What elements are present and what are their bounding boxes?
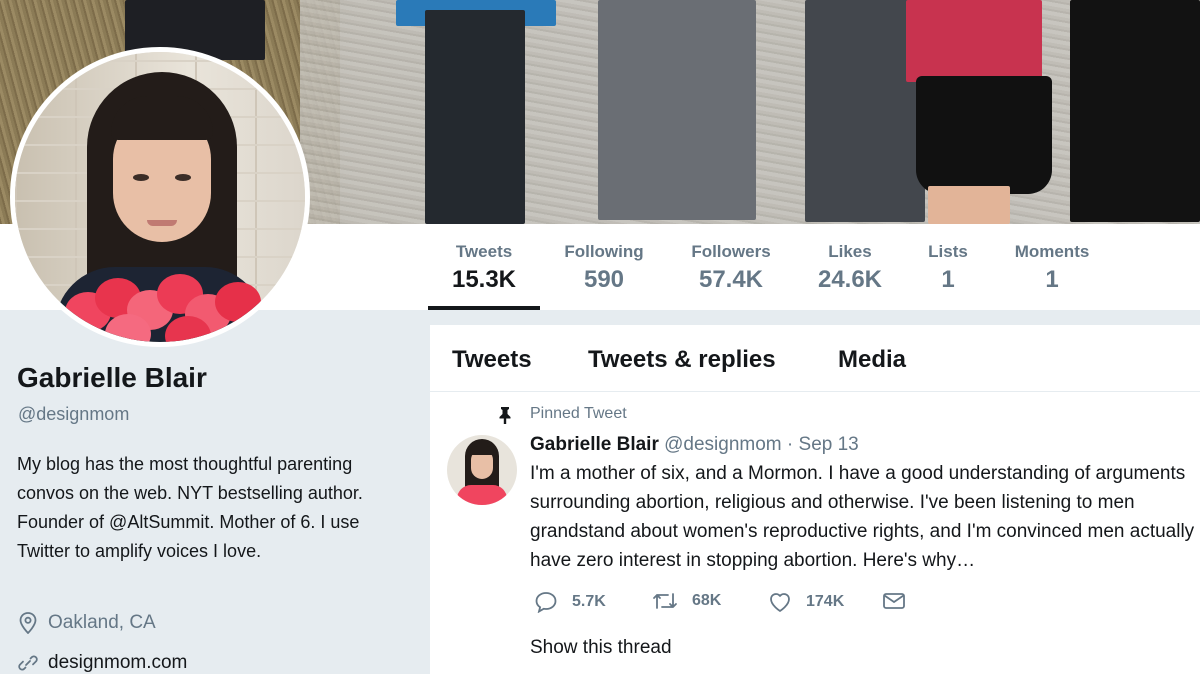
stat-label: Followers (691, 242, 771, 261)
stat-label: Likes (828, 242, 872, 261)
stat-followers[interactable]: Followers 57.4K (682, 224, 780, 310)
link-icon (18, 655, 38, 671)
tweet-avatar[interactable] (447, 435, 517, 505)
banner-person-5-skirt (916, 76, 1052, 194)
stat-likes[interactable]: Likes 24.6K (806, 224, 894, 310)
avatar-bangs (111, 96, 213, 140)
profile-handle[interactable]: @designmom (18, 404, 129, 425)
stat-label: Following (564, 242, 644, 261)
stat-value: 24.6K (817, 266, 883, 293)
timeline-panel: Tweets Tweets & replies Media Pinned Twe… (430, 325, 1200, 674)
avatar-eye-left (133, 174, 149, 181)
stat-value: 1 (1045, 266, 1059, 293)
tweet-header: Gabrielle Blair @designmom · Sep 13 (530, 434, 859, 456)
stat-label: Moments (1014, 242, 1090, 261)
map-pin-icon (19, 612, 37, 634)
pinned-indicator: Pinned Tweet (499, 405, 627, 424)
reply-button[interactable]: 5.7K (534, 591, 606, 613)
timeline-tabs: Tweets Tweets & replies Media (430, 325, 1200, 392)
tab-media[interactable]: Media (838, 346, 906, 374)
retweet-icon (653, 593, 677, 609)
like-button[interactable]: 174K (768, 591, 844, 613)
profile-name[interactable]: Gabrielle Blair (17, 362, 207, 394)
stat-lists[interactable]: Lists 1 (918, 224, 978, 310)
location-text: Oakland, CA (48, 612, 156, 633)
stat-moments[interactable]: Moments 1 (1004, 224, 1100, 310)
show-thread-link[interactable]: Show this thread (530, 637, 672, 659)
banner-person-3-legs (598, 0, 756, 220)
banner-person-5-top (906, 0, 1042, 82)
banner-person-5-legs (928, 186, 1010, 224)
envelope-icon (883, 593, 905, 609)
tab-tweets-replies[interactable]: Tweets & replies (588, 346, 776, 374)
stat-label: Lists (928, 242, 968, 261)
stat-label: Tweets (455, 242, 513, 261)
stat-tweets[interactable]: Tweets 15.3K (428, 224, 540, 310)
tweet-text: I'm a mother of six, and a Mormon. I hav… (530, 463, 1195, 571)
avatar-eye-right (175, 174, 191, 181)
tweet-author[interactable]: Gabrielle Blair (530, 434, 659, 455)
heart-icon (770, 593, 790, 612)
profile-avatar[interactable] (10, 47, 310, 347)
stat-value: 1 (941, 266, 955, 293)
stat-value: 590 (583, 266, 625, 293)
stat-value: 15.3K (451, 266, 517, 293)
banner-person-6-skirt (1070, 0, 1200, 222)
website-link[interactable]: designmom.com (48, 652, 187, 674)
tweet-separator: · (786, 434, 794, 455)
stat-value: 57.4K (698, 266, 764, 293)
reply-count: 5.7K (572, 593, 606, 610)
stat-following[interactable]: Following 590 (556, 224, 652, 310)
retweet-button[interactable]: 68K (652, 591, 721, 611)
pinned-label: Pinned Tweet (530, 405, 627, 422)
profile-website[interactable]: designmom.com (18, 652, 187, 674)
retweet-count: 68K (692, 592, 722, 609)
reply-icon (535, 592, 557, 613)
profile-location: Oakland, CA (18, 612, 156, 634)
avatar-mouth (147, 220, 177, 226)
dm-button[interactable] (882, 591, 920, 611)
pin-icon (499, 407, 511, 424)
avatar-flowers (65, 272, 265, 342)
profile-bio: My blog has the most thoughtful parentin… (17, 454, 363, 561)
tab-tweets[interactable]: Tweets (452, 346, 532, 374)
tweet-date[interactable]: Sep 13 (799, 434, 859, 455)
banner-person-2-legs (425, 10, 525, 224)
like-count: 174K (806, 593, 845, 610)
tweet-handle[interactable]: @designmom (664, 434, 782, 455)
